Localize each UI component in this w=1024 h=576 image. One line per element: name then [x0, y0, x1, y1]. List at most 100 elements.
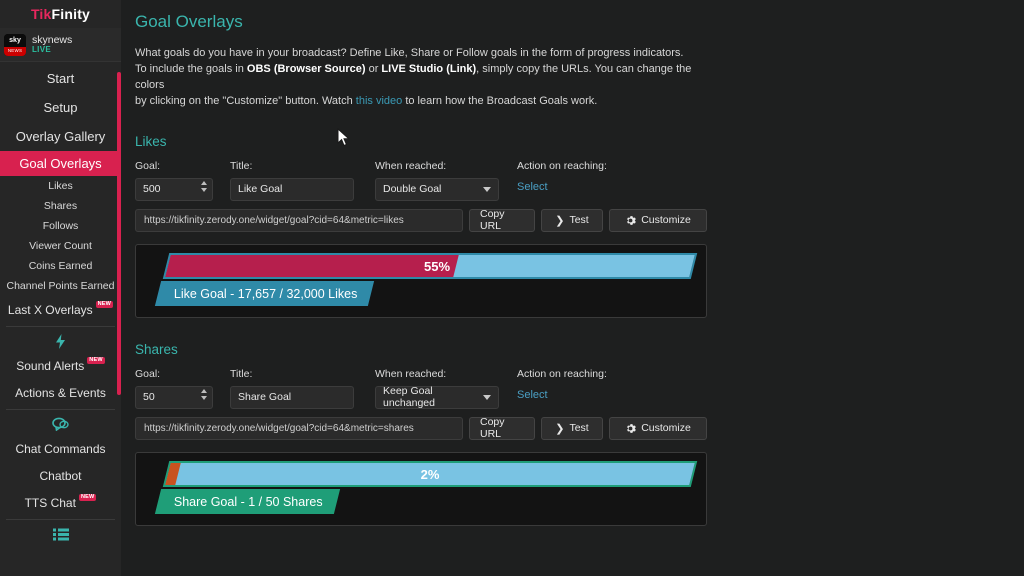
sidebar-item-label: Coins Earned: [28, 260, 93, 272]
sidebar-item-label: Chat Commands: [15, 441, 106, 456]
live-status-badge: LIVE: [32, 44, 51, 54]
spinner-up-icon[interactable]: [201, 180, 207, 185]
shares-goal-caption-box: Share Goal - 1 / 50 Shares: [154, 488, 340, 514]
goal-label: Goal:: [135, 367, 161, 380]
desc-text: by clicking on the "Customize" button. W…: [135, 94, 356, 107]
spinner-down-icon[interactable]: [201, 187, 207, 192]
sidebar-item-start[interactable]: Start: [0, 64, 121, 93]
logo-finity: Finity: [51, 6, 91, 22]
shares-goal-stepper[interactable]: [135, 385, 213, 409]
spinner-down-icon[interactable]: [201, 395, 207, 400]
sidebar-item-label: Channel Points Earned: [6, 280, 115, 292]
shares-title-wrap[interactable]: [230, 385, 354, 409]
likes-fields: Goal: Title: When reached:: [135, 160, 1024, 201]
likes-title-wrap[interactable]: [230, 177, 354, 201]
sidebar-item-label: Sound Alerts: [16, 358, 85, 373]
sidebar-item-goal-overlays[interactable]: Goal Overlays: [0, 151, 121, 176]
shares-title-field: Title:: [230, 368, 354, 409]
likes-customize-button[interactable]: Customize: [609, 208, 707, 232]
chevron-down-icon: [483, 186, 491, 192]
shares-url-text: https://tikfinity.zerody.one/widget/goal…: [144, 422, 414, 434]
sidebar-item-label: Viewer Count: [29, 240, 92, 252]
sidebar-item-last-x-overlays[interactable]: Last X Overlays NEW: [0, 296, 121, 323]
likes-select-action-link[interactable]: Select: [517, 178, 607, 193]
title-label: Title:: [230, 159, 253, 172]
sidebar-item-shares[interactable]: Shares: [0, 196, 121, 216]
this-video-link[interactable]: this video: [356, 95, 402, 107]
divider: [6, 326, 115, 327]
likes-copy-url-button[interactable]: Copy URL: [469, 208, 535, 233]
sidebar-item-channel-points-earned[interactable]: Channel Points Earned: [0, 276, 121, 296]
shares-title-input[interactable]: [231, 391, 353, 404]
shares-progress-bar: 2%: [162, 460, 698, 487]
sidebar-item-setup[interactable]: Setup: [0, 93, 121, 122]
sidebar-item-chat-commands[interactable]: Chat Commands: [0, 435, 121, 462]
likes-when-reached-value: Double Goal: [383, 183, 442, 196]
shares-goal-input[interactable]: [136, 391, 194, 404]
sidebar-item-tts-chat[interactable]: TTS Chat NEW: [0, 489, 121, 516]
likes-action-field: Action on reaching: Select: [517, 160, 607, 193]
app-logo[interactable]: Tik Finity: [0, 0, 121, 28]
sidebar-item-label: Likes: [48, 180, 73, 192]
likes-progress-fill: [165, 254, 459, 277]
likes-goal-preview: 55% Like Goal - 17,657 / 32,000 Likes: [135, 243, 707, 318]
page-description: What goals do you have in your broadcast…: [135, 46, 707, 110]
sidebar-item-sound-alerts[interactable]: Sound Alerts NEW: [0, 352, 121, 379]
shares-goal-caption: Share Goal - 1 / 50 Shares: [174, 494, 323, 509]
likes-goal-spinner[interactable]: [201, 180, 207, 192]
chevron-down-icon: [483, 394, 491, 400]
likes-goal-stepper[interactable]: [135, 177, 213, 201]
shares-customize-button[interactable]: Customize: [609, 416, 707, 440]
gear-icon: [627, 215, 637, 225]
sidebar-item-overlay-gallery[interactable]: Overlay Gallery: [0, 122, 121, 151]
likes-goal-caption-box: Like Goal - 17,657 / 32,000 Likes: [154, 280, 375, 306]
section-shares: Shares Goal: Title:: [135, 342, 1024, 526]
desc-text: To include the goals in: [135, 62, 247, 75]
likes-goal-field: Goal:: [135, 160, 213, 201]
new-badge: NEW: [95, 300, 114, 309]
shares-when-reached-select[interactable]: Keep Goal unchanged: [375, 385, 499, 410]
sidebar-item-chatbot[interactable]: Chatbot: [0, 462, 121, 489]
when-reached-label: When reached:: [375, 159, 447, 172]
section-likes: Likes Goal: Title:: [135, 134, 1024, 318]
likes-goal-input[interactable]: [136, 183, 194, 196]
sidebar-item-label: Goal Overlays: [19, 156, 102, 171]
likes-url-text: https://tikfinity.zerody.one/widget/goal…: [144, 214, 404, 226]
page-title: Goal Overlays: [135, 12, 243, 31]
likes-when-reached-select[interactable]: Double Goal: [375, 177, 499, 201]
spinner-up-icon[interactable]: [201, 388, 207, 393]
button-label: Copy URL: [480, 416, 505, 441]
shares-copy-url-button[interactable]: Copy URL: [469, 416, 535, 441]
sidebar-item-coins-earned[interactable]: Coins Earned: [0, 256, 121, 276]
goal-label: Goal:: [135, 159, 161, 172]
shares-url-field[interactable]: https://tikfinity.zerody.one/widget/goal…: [135, 416, 463, 440]
sidebar-nav: Start Setup Overlay Gallery Goal Overlay…: [0, 62, 121, 545]
sidebar-item-label: Start: [46, 71, 75, 86]
desc-line-3: by clicking on the "Customize" button. W…: [135, 94, 707, 110]
likes-title-input[interactable]: [231, 183, 353, 196]
avatar-sky-text: sky: [4, 33, 26, 47]
likes-test-button[interactable]: ❯ Test: [541, 208, 603, 232]
shares-url-row: https://tikfinity.zerody.one/widget/goal…: [135, 416, 1024, 441]
shares-select-action-link[interactable]: Select: [517, 386, 607, 401]
account-row[interactable]: sky NEWS skynews LIVE: [0, 28, 121, 62]
likes-url-field[interactable]: https://tikfinity.zerody.one/widget/goal…: [135, 208, 463, 232]
likes-progress-percent: 55%: [424, 258, 451, 274]
button-label: Customize: [641, 422, 691, 435]
divider: [6, 519, 115, 520]
button-label: Copy URL: [480, 208, 505, 233]
sidebar-item-label: TTS Chat: [24, 495, 76, 510]
button-label: Test: [569, 214, 589, 227]
sidebar-item-actions-events[interactable]: Actions & Events: [0, 379, 121, 406]
desc-line-1: What goals do you have in your broadcast…: [135, 47, 684, 59]
shares-test-button[interactable]: ❯ Test: [541, 416, 603, 440]
sidebar-item-likes[interactable]: Likes: [0, 176, 121, 196]
shares-goal-spinner[interactable]: [201, 388, 207, 400]
chevron-right-icon: ❯: [555, 214, 565, 227]
live-studio-label: LIVE Studio (Link): [381, 62, 477, 75]
shares-when-reached-value: Keep Goal unchanged: [383, 385, 435, 410]
sidebar-item-follows[interactable]: Follows: [0, 216, 121, 236]
new-badge: NEW: [87, 356, 105, 365]
sidebar-item-viewer-count[interactable]: Viewer Count: [0, 236, 121, 256]
shares-goal-preview: 2% Share Goal - 1 / 50 Shares: [135, 451, 707, 526]
